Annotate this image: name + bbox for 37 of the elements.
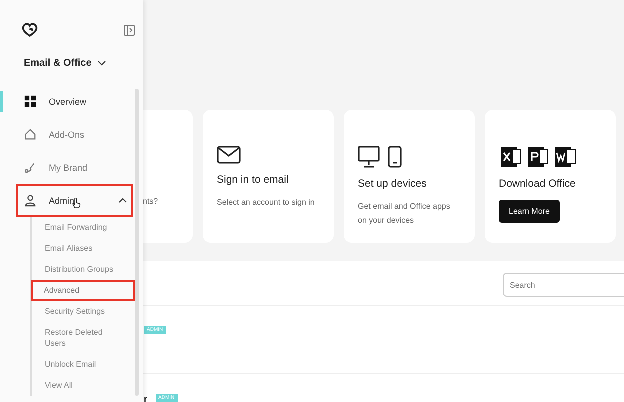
submenu-item[interactable]: View All [32,375,135,396]
card-text: Select an account to sign in [217,197,316,209]
collapse-sidebar-icon[interactable] [124,24,135,36]
submenu-item[interactable]: Security Settings [32,301,135,322]
submenu-item[interactable]: Email Aliases [32,238,135,259]
action-card[interactable]: Sign in to email Select an account to sign in [203,110,334,243]
grid-icon [24,95,37,108]
brush-icon [24,161,37,174]
card-title: Download Office [499,178,577,190]
card-title: Set up devices [358,178,428,190]
caret-icon[interactable] [119,198,127,203]
office-apps-icon [499,146,579,168]
card-text: Get email and Office apps on your devices [358,201,452,227]
user-name: r [144,394,148,402]
nav-item[interactable]: Overview [0,85,133,118]
submenu-item[interactable]: Restore Deleted Users [32,322,135,354]
nav-item[interactable]: Add-Ons [0,118,133,151]
chevron-down-icon [98,61,106,66]
house-icon [24,128,37,141]
nav-item[interactable]: Admin [16,184,133,217]
card-text: nts? [143,196,160,208]
submenu-item[interactable]: Email Forwarding [32,217,135,238]
learn-more-button[interactable]: Learn More [499,200,560,223]
person-icon [24,194,37,207]
card-title: Sign in to email [217,174,290,186]
nav-item[interactable]: My Brand [0,151,133,184]
action-card[interactable]: Download Office Learn More [485,110,616,243]
search-field[interactable]: Search [503,273,624,297]
submenu-item[interactable]: Distribution Groups [32,259,135,280]
pointer-cursor-icon [72,198,81,209]
submenu-item[interactable]: Advanced [31,280,135,301]
devices-icon [358,146,404,168]
product-menu[interactable]: Email & Office [24,58,143,69]
submenu-item[interactable]: Unblock Email [32,354,135,375]
logo-icon[interactable] [22,23,38,37]
envelope-icon [217,146,241,164]
action-card[interactable]: Set up devices Get email and Office apps on your devices [344,110,475,243]
